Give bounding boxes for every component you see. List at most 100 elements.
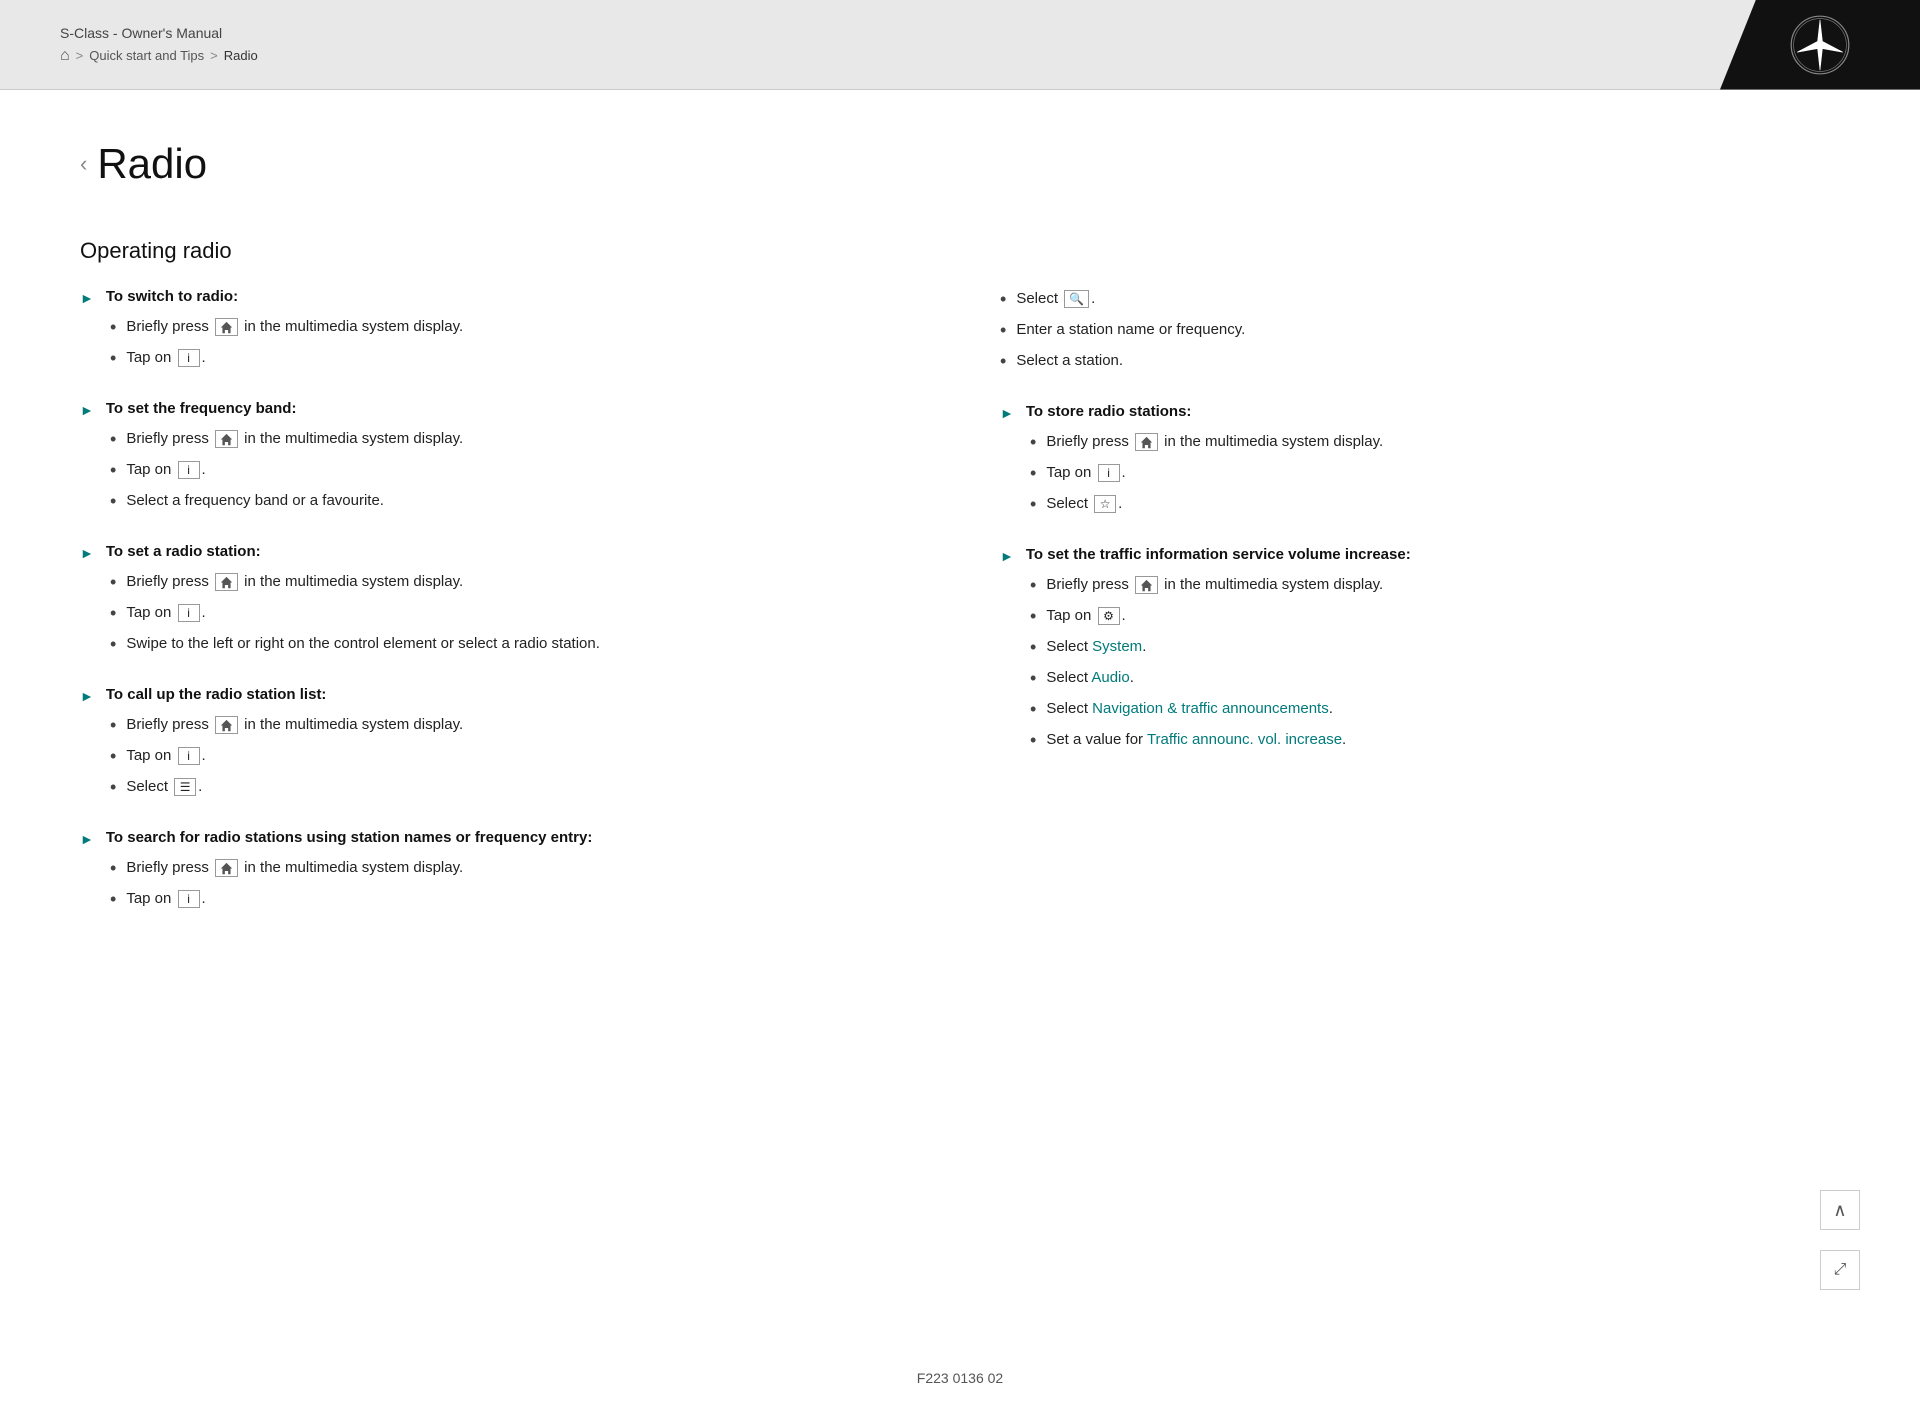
i-button-icon: i: [178, 349, 200, 367]
instruction-set-radio-station: ► To set a radio station: • Briefly pres…: [80, 543, 920, 658]
instruction-header: ► To store radio stations:: [1000, 403, 1840, 421]
footer: F223 0136 02: [0, 1350, 1920, 1406]
arrow-icon: ►: [80, 402, 94, 418]
home-button-icon: [1135, 433, 1158, 451]
header: S-Class - Owner's Manual ⌂ > Quick start…: [0, 0, 1920, 90]
list-item: • Briefly press in the multimedia system…: [1030, 574, 1840, 599]
list-item: • Select ☰.: [110, 776, 920, 801]
i-button-icon: i: [178, 747, 200, 765]
instruction-title: To switch to radio:: [106, 288, 238, 305]
list-item: • Enter a station name or frequency.: [1000, 319, 1840, 344]
breadcrumb: ⌂ > Quick start and Tips > Radio: [60, 47, 258, 65]
list-item: • Set a value for Traffic announc. vol. …: [1030, 729, 1840, 754]
audio-link[interactable]: Audio: [1091, 669, 1129, 686]
instruction-header: ► To set the traffic information service…: [1000, 546, 1840, 564]
list-item: • Select Navigation & traffic announceme…: [1030, 698, 1840, 723]
list-item: • Select Audio.: [1030, 667, 1840, 692]
home-icon[interactable]: ⌂: [60, 47, 70, 65]
arrow-icon: ►: [80, 688, 94, 704]
navigation-traffic-link[interactable]: Navigation & traffic announcements: [1092, 700, 1329, 717]
left-column: ► To switch to radio: • Briefly press in…: [80, 288, 920, 941]
instruction-title: To set a radio station:: [106, 543, 261, 560]
gear-button-icon: ⚙: [1098, 607, 1120, 625]
home-button-icon: [215, 573, 238, 591]
list-item: • Select ☆.: [1030, 493, 1840, 518]
list-item: • Swipe to the left or right on the cont…: [110, 633, 920, 658]
list-item: • Select 🔍.: [1000, 288, 1840, 313]
right-column: • Select 🔍. • Enter a station name or fr…: [1000, 288, 1840, 941]
step-list: • Briefly press in the multimedia system…: [110, 857, 920, 913]
step-list: • Briefly press in the multimedia system…: [110, 714, 920, 801]
instruction-title: To store radio stations:: [1026, 403, 1192, 420]
instruction-store-stations: ► To store radio stations: • Briefly pre…: [1000, 403, 1840, 518]
instruction-header: ► To search for radio stations using sta…: [80, 829, 920, 847]
list-item: • Tap on i.: [110, 602, 920, 627]
arrow-icon: ►: [1000, 548, 1014, 564]
step-list: • Briefly press in the multimedia system…: [110, 428, 920, 515]
instruction-title: To call up the radio station list:: [106, 686, 327, 703]
instruction-header: ► To call up the radio station list:: [80, 686, 920, 704]
breadcrumb-sep-1: >: [76, 48, 84, 63]
system-link[interactable]: System: [1092, 638, 1142, 655]
expand-button[interactable]: ⤢: [1820, 1250, 1860, 1290]
i-button-icon: i: [1098, 464, 1120, 482]
list-item: • Select a frequency band or a favourite…: [110, 490, 920, 515]
chevron-up-icon: ∧: [1833, 1200, 1846, 1221]
instruction-title: To set the traffic information service v…: [1026, 546, 1411, 563]
instruction-station-list: ► To call up the radio station list: • B…: [80, 686, 920, 801]
instruction-header: ► To switch to radio:: [80, 288, 920, 306]
footer-code: F223 0136 02: [917, 1370, 1003, 1386]
list-item: • Briefly press in the multimedia system…: [1030, 431, 1840, 456]
search-button-icon: 🔍: [1064, 290, 1089, 308]
traffic-vol-link[interactable]: Traffic announc. vol. increase: [1147, 731, 1342, 748]
instruction-header: ► To set a radio station:: [80, 543, 920, 561]
scroll-top-button[interactable]: ∧: [1820, 1190, 1860, 1230]
list-item: • Briefly press in the multimedia system…: [110, 428, 920, 453]
home-button-icon: [1135, 576, 1158, 594]
header-left: S-Class - Owner's Manual ⌂ > Quick start…: [60, 25, 258, 65]
list-item: • Tap on i.: [110, 459, 920, 484]
main-content: ‹ Radio Operating radio ► To switch to r…: [0, 90, 1920, 1350]
list-item: • Briefly press in the multimedia system…: [110, 714, 920, 739]
star-button-icon: ☆: [1094, 495, 1116, 513]
list-item: • Briefly press in the multimedia system…: [110, 857, 920, 882]
instruction-header: ► To set the frequency band:: [80, 400, 920, 418]
two-col-layout: ► To switch to radio: • Briefly press in…: [80, 288, 1840, 941]
list-item: • Briefly press in the multimedia system…: [110, 316, 920, 341]
instruction-traffic-info: ► To set the traffic information service…: [1000, 546, 1840, 754]
list-button-icon: ☰: [174, 778, 196, 796]
step-list: • Briefly press in the multimedia system…: [1030, 431, 1840, 518]
instruction-search-stations: ► To search for radio stations using sta…: [80, 829, 920, 913]
page-title: Radio: [97, 140, 207, 188]
list-item: • Tap on ⚙.: [1030, 605, 1840, 630]
mercedes-logo: [1720, 0, 1920, 90]
arrow-icon: ►: [80, 545, 94, 561]
step-list: • Briefly press in the multimedia system…: [1030, 574, 1840, 754]
list-item: • Select System.: [1030, 636, 1840, 661]
manual-title: S-Class - Owner's Manual: [60, 25, 258, 41]
page-title-row: ‹ Radio: [80, 140, 1840, 188]
instruction-switch-to-radio: ► To switch to radio: • Briefly press in…: [80, 288, 920, 372]
step-list: • Briefly press in the multimedia system…: [110, 571, 920, 658]
list-item: • Tap on i.: [110, 347, 920, 372]
home-button-icon: [215, 716, 238, 734]
list-item: • Tap on i.: [110, 888, 920, 913]
breadcrumb-current: Radio: [224, 48, 258, 63]
breadcrumb-sep-2: >: [210, 48, 218, 63]
i-button-icon: i: [178, 604, 200, 622]
home-button-icon: [215, 859, 238, 877]
step-list: • Briefly press in the multimedia system…: [110, 316, 920, 372]
mercedes-star-icon: [1790, 15, 1850, 75]
home-button-icon: [215, 430, 238, 448]
instruction-frequency-band: ► To set the frequency band: • Briefly p…: [80, 400, 920, 515]
list-item: • Tap on i.: [1030, 462, 1840, 487]
i-button-icon: i: [178, 461, 200, 479]
breadcrumb-quick-start[interactable]: Quick start and Tips: [89, 48, 204, 63]
expand-icon: ⤢: [1834, 1261, 1847, 1279]
back-arrow-icon[interactable]: ‹: [80, 151, 87, 177]
home-button-icon: [215, 318, 238, 336]
arrow-icon: ►: [80, 290, 94, 306]
list-item: • Select a station.: [1000, 350, 1840, 375]
list-item: • Briefly press in the multimedia system…: [110, 571, 920, 596]
arrow-icon: ►: [80, 831, 94, 847]
